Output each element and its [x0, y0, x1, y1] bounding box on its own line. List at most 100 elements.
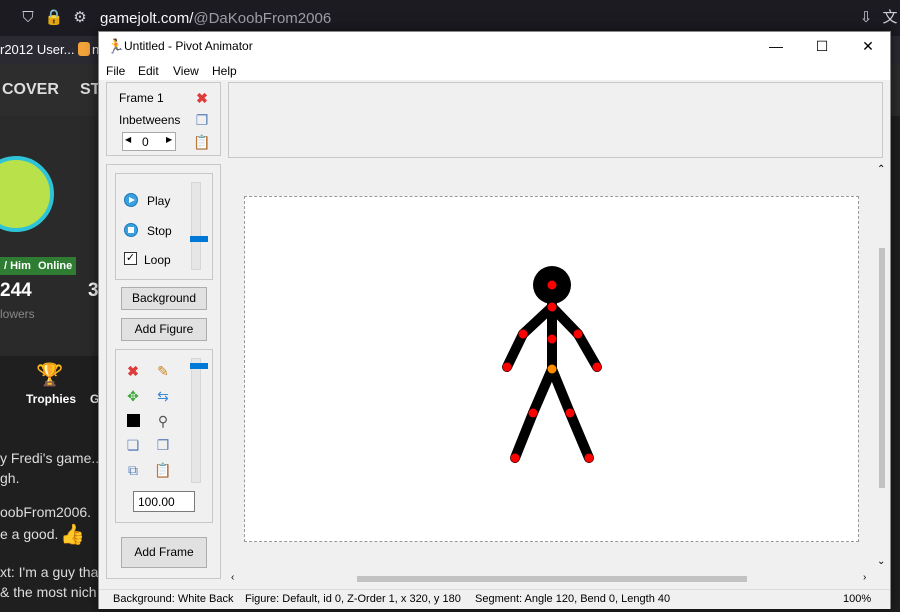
- shield-icon[interactable]: ⛉: [18, 8, 38, 28]
- url-bar[interactable]: gamejolt.com/@DaKoobFrom2006: [100, 10, 331, 27]
- loop-checkbox[interactable]: ✓: [124, 252, 137, 265]
- horizontal-scroll-thumb[interactable]: [357, 576, 747, 582]
- joint-handle[interactable]: [547, 280, 557, 290]
- download-icon[interactable]: ⇩: [856, 8, 876, 28]
- menu-help[interactable]: Help: [212, 64, 237, 78]
- center-figure-icon[interactable]: ✥: [124, 387, 142, 405]
- scroll-down-icon[interactable]: ⌄: [877, 556, 885, 567]
- figure-left-forearm[interactable]: [502, 329, 528, 372]
- send-backward-icon[interactable]: ❐: [154, 436, 172, 454]
- avatar[interactable]: [0, 156, 54, 232]
- joint-handle[interactable]: [547, 302, 557, 312]
- frame-panel: Frame 1 ✖ Inbetweens ❐ ◀ 0 ▶ 📋: [106, 82, 221, 156]
- lock-icon[interactable]: 🔒: [44, 8, 64, 28]
- delete-figure-icon[interactable]: ✖: [124, 362, 142, 380]
- inbetweens-spinner[interactable]: ◀ 0 ▶: [122, 132, 176, 151]
- scroll-left-icon[interactable]: ‹: [231, 572, 234, 583]
- menu-bar: File Edit View Help: [99, 60, 890, 80]
- add-frame-button[interactable]: Add Frame: [121, 537, 207, 568]
- paste-frame-icon[interactable]: 📋: [193, 133, 211, 151]
- following-count: 3: [88, 280, 99, 301]
- menu-view[interactable]: View: [173, 64, 199, 78]
- pivot-app-icon: 🏃: [107, 38, 125, 54]
- tools-panel: Play Stop ✓ Loop Background Add Figure ✖…: [106, 164, 221, 579]
- figure-tools-panel: ✖ ✎ ✥ ⇆ ⚲ ❏ ❐ ⧉ 📋 100.00: [115, 349, 213, 523]
- bookmark-item[interactable]: r2012 User...: [0, 42, 74, 57]
- stop-button[interactable]: Stop: [147, 224, 172, 238]
- add-figure-button[interactable]: Add Figure: [121, 318, 207, 341]
- copy-frame-icon[interactable]: ❐: [193, 111, 211, 129]
- maximize-button[interactable]: ☐: [799, 32, 845, 60]
- nav-discover[interactable]: COVER: [2, 81, 59, 99]
- bookmark-icon[interactable]: [78, 42, 90, 56]
- figure-right-shin[interactable]: [565, 408, 594, 463]
- site-settings-icon[interactable]: ⚙: [70, 8, 90, 28]
- join-figure-icon[interactable]: ⚲: [154, 412, 172, 430]
- scale-input[interactable]: 100.00: [133, 491, 195, 512]
- joint-handle[interactable]: [565, 408, 575, 418]
- url-path: @DaKoobFrom2006: [193, 10, 332, 27]
- close-button[interactable]: ✕: [845, 32, 891, 60]
- joint-handle[interactable]: [518, 329, 528, 339]
- playback-panel: Play Stop ✓ Loop: [115, 173, 213, 280]
- url-host: gamejolt.com/: [100, 10, 194, 27]
- menu-file[interactable]: File: [106, 64, 125, 78]
- inbetweens-label: Inbetweens: [119, 113, 181, 127]
- paste-figure-icon[interactable]: 📋: [154, 461, 172, 479]
- scroll-up-icon[interactable]: ⌃: [877, 164, 885, 175]
- figure-left-thigh[interactable]: [528, 364, 557, 418]
- status-zoom: 100%: [843, 593, 872, 605]
- inbetweens-value[interactable]: 0: [142, 135, 149, 149]
- figure-left-shin[interactable]: [510, 408, 538, 463]
- scale-slider[interactable]: [190, 358, 208, 483]
- joint-handle[interactable]: [592, 362, 602, 372]
- trophies-tab[interactable]: Trophies: [26, 392, 76, 406]
- color-swatch-icon[interactable]: [124, 412, 142, 430]
- spinner-left-icon[interactable]: ◀: [125, 135, 131, 144]
- pivot-animator-window: 🏃 Untitled - Pivot Animator — ☐ ✕ File E…: [98, 31, 891, 609]
- delete-frame-icon[interactable]: ✖: [193, 89, 211, 107]
- origin-joint-handle[interactable]: [547, 364, 557, 374]
- post-text: e a good.: [0, 526, 59, 542]
- joint-handle[interactable]: [528, 408, 538, 418]
- horizontal-scrollbar[interactable]: ‹ ›: [227, 572, 875, 587]
- copy-figure-icon[interactable]: ⧉: [124, 461, 142, 479]
- background-button[interactable]: Background: [121, 287, 207, 310]
- bring-forward-icon[interactable]: ❏: [124, 436, 142, 454]
- flip-figure-icon[interactable]: ⇆: [154, 387, 172, 405]
- scroll-right-icon[interactable]: ›: [863, 572, 866, 583]
- play-icon[interactable]: [124, 193, 138, 207]
- vertical-scrollbar[interactable]: ⌃ ⌄: [875, 164, 890, 589]
- animation-stage[interactable]: [244, 196, 859, 542]
- loop-label[interactable]: Loop: [144, 253, 171, 267]
- joint-handle[interactable]: [584, 453, 594, 463]
- post-text: & the most nich: [0, 584, 97, 600]
- figure-joints[interactable]: [502, 280, 602, 463]
- play-button[interactable]: Play: [147, 194, 170, 208]
- status-segment: Segment: Angle 120, Bend 0, Length 40: [475, 593, 671, 605]
- figure-right-forearm[interactable]: [573, 329, 602, 372]
- speed-slider[interactable]: [190, 182, 208, 270]
- status-bar: Background: White Back Figure: Default, …: [99, 589, 890, 609]
- joint-handle[interactable]: [547, 334, 557, 344]
- title-bar[interactable]: 🏃 Untitled - Pivot Animator — ☐ ✕: [99, 32, 890, 60]
- followers-count: 244: [0, 280, 32, 301]
- timeline-strip[interactable]: [228, 82, 883, 158]
- followers-label: lowers: [0, 307, 35, 321]
- figure-right-thigh[interactable]: [547, 364, 575, 418]
- stickfigure-canvas[interactable]: [245, 197, 858, 541]
- edit-figure-icon[interactable]: ✎: [154, 362, 172, 380]
- speed-slider-thumb[interactable]: [190, 236, 208, 242]
- stop-icon[interactable]: [124, 223, 138, 237]
- menu-edit[interactable]: Edit: [138, 64, 159, 78]
- translate-icon[interactable]: 文: [880, 8, 900, 28]
- scale-slider-thumb[interactable]: [190, 363, 208, 369]
- vertical-scroll-thumb[interactable]: [879, 248, 885, 488]
- joint-handle[interactable]: [510, 453, 520, 463]
- thumbs-up-icon: 👍: [60, 524, 85, 546]
- joint-handle[interactable]: [502, 362, 512, 372]
- joint-handle[interactable]: [573, 329, 583, 339]
- spinner-right-icon[interactable]: ▶: [166, 135, 172, 144]
- trophy-icon[interactable]: 🏆: [36, 362, 63, 388]
- minimize-button[interactable]: —: [753, 32, 799, 60]
